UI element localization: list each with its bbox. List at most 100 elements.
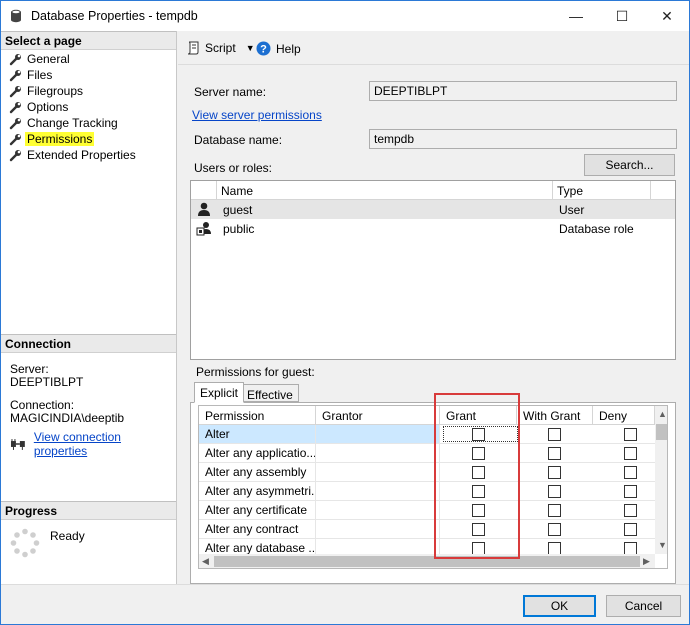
search-button[interactable]: Search... (584, 154, 675, 176)
deny-checkbox[interactable] (624, 504, 637, 517)
table-row[interactable]: Alter any applicatio... (199, 444, 655, 463)
vertical-scrollbar[interactable]: ▲ ▼ (655, 406, 667, 554)
with-grant-checkbox[interactable] (548, 447, 561, 460)
cancel-button[interactable]: Cancel (606, 595, 681, 617)
with-grant-checkbox[interactable] (548, 504, 561, 517)
permission-name: Alter any certificate (199, 501, 316, 519)
page-label: Change Tracking (27, 116, 118, 130)
connection-value: MAGICINDIA\deeptib (10, 411, 125, 425)
user-name: public (223, 222, 255, 236)
wrench-icon (9, 150, 21, 162)
script-label: Script (205, 41, 236, 55)
page-item-permissions[interactable]: Permissions (9, 131, 95, 147)
right-pane: Script ▼ ? Help Server name: DEEPTIBLPT … (178, 31, 689, 584)
ok-button[interactable]: OK (523, 595, 596, 617)
deny-checkbox[interactable] (624, 523, 637, 536)
connection-header: Connection (1, 334, 176, 353)
with-grant-checkbox[interactable] (548, 466, 561, 479)
grant-checkbox[interactable] (472, 523, 485, 536)
table-row[interactable]: Alter any certificate (199, 501, 655, 520)
with-grant-checkbox[interactable] (548, 485, 561, 498)
scroll-right-icon[interactable]: ▶ (643, 556, 650, 567)
wrench-icon (9, 54, 21, 66)
page-item-change-tracking[interactable]: Change Tracking (9, 115, 118, 131)
progress-header: Progress (1, 501, 176, 520)
page-item-extended-properties[interactable]: Extended Properties (9, 147, 136, 163)
page-item-files[interactable]: Files (9, 67, 52, 83)
table-row[interactable]: Alter any contract (199, 520, 655, 539)
scroll-left-icon[interactable]: ◀ (202, 556, 209, 567)
server-value: DEEPTIBLPT (10, 375, 84, 389)
grantor-cell (316, 444, 440, 462)
view-connection-properties[interactable]: View connection properties (10, 430, 176, 458)
column-header-grant[interactable]: Grant (440, 406, 517, 425)
help-label: Help (276, 41, 301, 56)
permissions-tab-panel: Permission Grantor Grant With Grant Deny… (190, 402, 676, 584)
permission-name: Alter any asymmetri... (199, 482, 316, 500)
close-button[interactable]: ✕ (644, 1, 690, 31)
left-pane: Select a page General Files Filegroups O… (1, 31, 177, 584)
permissions-grid[interactable]: Permission Grantor Grant With Grant Deny… (198, 405, 668, 569)
deny-checkbox[interactable] (624, 447, 637, 460)
minimize-button[interactable]: — (553, 1, 599, 31)
grant-checkbox[interactable] (472, 466, 485, 479)
page-label: Files (27, 68, 53, 82)
script-dropdown-arrow-icon[interactable]: ▼ (246, 43, 255, 53)
deny-checkbox[interactable] (624, 428, 637, 441)
server-name-field[interactable]: DEEPTIBLPT (369, 81, 677, 101)
table-row[interactable]: Alter (199, 425, 655, 444)
column-header-grantor[interactable]: Grantor (316, 406, 440, 425)
with-grant-checkbox[interactable] (548, 523, 561, 536)
users-grid[interactable]: Name Type guest User public Database rol… (190, 180, 676, 360)
page-item-options[interactable]: Options (9, 99, 68, 115)
column-header-type[interactable]: Type (553, 181, 651, 200)
horizontal-scrollbar[interactable]: ◀ ▶ (199, 554, 655, 568)
user-type: User (559, 203, 585, 217)
column-header-deny[interactable]: Deny (593, 406, 655, 425)
page-label: Filegroups (27, 84, 84, 98)
wrench-icon (9, 118, 21, 130)
page-item-filegroups[interactable]: Filegroups (9, 83, 83, 99)
tab-effective[interactable]: Effective (241, 384, 299, 402)
connection-plug-icon (10, 439, 25, 450)
grantor-cell (316, 425, 440, 443)
script-button[interactable]: Script ▼ (186, 41, 255, 55)
grantor-cell (316, 501, 440, 519)
table-row[interactable]: guest User (191, 200, 675, 219)
database-name-field[interactable]: tempdb (369, 129, 677, 149)
tab-explicit[interactable]: Explicit (194, 382, 245, 403)
table-row[interactable]: Alter any assembly (199, 463, 655, 482)
role-icon (196, 222, 211, 236)
maximize-button[interactable]: ☐ (599, 1, 645, 31)
grant-checkbox[interactable] (472, 447, 485, 460)
deny-checkbox[interactable] (624, 466, 637, 479)
help-button[interactable]: ? Help (256, 41, 301, 56)
deny-checkbox[interactable] (624, 485, 637, 498)
scroll-up-icon[interactable]: ▲ (658, 409, 667, 419)
grant-checkbox[interactable] (472, 504, 485, 517)
wrench-icon (9, 86, 21, 98)
toolbar: Script ▼ ? Help (178, 31, 689, 65)
user-icon (198, 202, 210, 216)
scroll-down-icon[interactable]: ▼ (658, 540, 667, 550)
with-grant-checkbox[interactable] (548, 428, 561, 441)
page-label: Options (27, 100, 69, 114)
column-header-permission[interactable]: Permission (199, 406, 316, 425)
server-name-label: Server name: (194, 85, 267, 99)
wrench-icon (9, 102, 21, 114)
column-header-name[interactable]: Name (217, 181, 553, 200)
database-name-label: Database name: (194, 133, 283, 147)
horizontal-scroll-thumb[interactable] (214, 556, 640, 567)
page-item-general[interactable]: General (9, 51, 70, 67)
table-row[interactable]: public Database role (191, 219, 675, 238)
select-page-header: Select a page (1, 31, 176, 50)
view-connection-properties-link[interactable]: View connection properties (34, 430, 176, 458)
vertical-scroll-thumb[interactable] (656, 424, 667, 440)
grant-checkbox[interactable] (472, 428, 485, 441)
progress-status: Ready (50, 529, 85, 543)
script-icon (187, 41, 199, 55)
grant-checkbox[interactable] (472, 485, 485, 498)
table-row[interactable]: Alter any asymmetri... (199, 482, 655, 501)
view-server-permissions-link[interactable]: View server permissions (192, 108, 322, 122)
column-header-with-grant[interactable]: With Grant (517, 406, 593, 425)
